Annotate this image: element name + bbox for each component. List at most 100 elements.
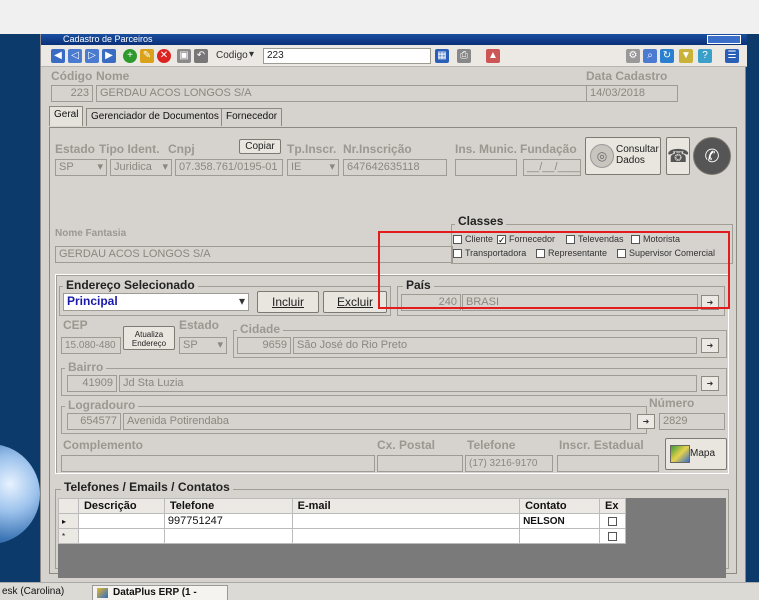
cidade-lookup-button[interactable]: ➜ <box>701 338 719 353</box>
tools-icon[interactable]: ⚙ <box>626 49 640 63</box>
cell-telefone[interactable] <box>163 528 293 544</box>
col-email[interactable]: E-mail <box>291 498 521 514</box>
tab-strip: Geral Gerenciador de Documentos Forneced… <box>49 106 729 128</box>
taskbar: esk (Carolina) DataPlus ERP (1 - ACR... <box>0 582 759 600</box>
tipo-ident-select[interactable]: Juridica ▾ <box>110 159 172 176</box>
globe-icon: ◎ <box>590 144 614 168</box>
bairro-name-field[interactable]: Jd Sta Luzia <box>119 375 697 392</box>
numero-label: Número <box>649 396 695 410</box>
cell-email[interactable] <box>291 528 521 544</box>
window-title: Cadastro de Parceiros <box>63 34 153 44</box>
chevron-down-icon: ▾ <box>162 161 168 173</box>
complemento-field[interactable] <box>61 455 375 472</box>
next-record-icon[interactable]: ▷ <box>85 49 99 63</box>
codigo-label: Código <box>51 69 93 83</box>
estado-select[interactable]: SP ▾ <box>55 159 107 176</box>
cell-telefone[interactable]: 997751247 <box>163 513 293 529</box>
atualiza-endereco-button[interactable]: Atualiza Endereço <box>123 326 175 350</box>
cell-ex[interactable] <box>598 513 627 529</box>
help-icon[interactable]: ? <box>698 49 712 63</box>
checkbox-ex[interactable] <box>607 516 617 526</box>
classes-title: Classes <box>455 214 507 228</box>
logradouro-lookup-button[interactable]: ➜ <box>637 414 655 429</box>
nome-label: Nome <box>96 69 130 83</box>
tp-inscr-label: Tp.Inscr. <box>287 142 337 156</box>
mapa-button[interactable]: Mapa <box>665 438 727 470</box>
estado-endereco-select[interactable]: SP ▾ <box>179 337 227 354</box>
edit-icon[interactable]: ✎ <box>140 49 154 63</box>
ins-munic-field[interactable] <box>455 159 517 176</box>
cell-contato[interactable] <box>519 528 600 544</box>
bairro-lookup-button[interactable]: ➜ <box>701 376 719 391</box>
print-icon[interactable]: ⎙ <box>457 49 471 63</box>
estado-value: SP <box>59 161 74 173</box>
chart-icon[interactable]: ▲ <box>486 49 500 63</box>
logradouro-name-field[interactable]: Avenida Potirendaba <box>123 413 631 430</box>
cell-email[interactable] <box>291 513 521 529</box>
window-control-buttons[interactable] <box>707 35 741 44</box>
phone-icon: ✆ <box>704 146 720 166</box>
cnpj-field[interactable]: 07.358.761/0195-01 <box>175 159 283 176</box>
col-descricao[interactable]: Descrição <box>77 498 165 514</box>
col-contato[interactable]: Contato <box>519 498 600 514</box>
tipo-ident-value: Juridica <box>114 161 152 173</box>
nome-field[interactable]: GERDAU ACOS LONGOS S/A <box>96 85 609 102</box>
menu-icon[interactable]: ☰ <box>725 49 739 63</box>
tab-fornecedor[interactable]: Fornecedor <box>221 108 283 126</box>
save-icon[interactable]: ▣ <box>177 49 191 63</box>
consultar-dados-button[interactable]: ◎ Consultar Dados <box>585 137 661 175</box>
cx-postal-field[interactable] <box>377 455 463 472</box>
taskbar-item-left[interactable]: esk (Carolina) <box>2 585 64 600</box>
tab-gerenciador-documentos[interactable]: Gerenciador de Documentos <box>86 108 224 126</box>
nr-inscricao-label: Nr.Inscrição <box>343 142 412 156</box>
cidade-name-field[interactable]: São José do Rio Preto <box>293 337 697 354</box>
window-titlebar: Cadastro de Parceiros <box>41 34 747 45</box>
cep-field[interactable]: 15.080-480 <box>61 337 121 354</box>
nr-inscricao-field[interactable]: 647642635118 <box>343 159 447 176</box>
col-telefone[interactable]: Telefone <box>163 498 293 514</box>
cidade-code-field[interactable]: 9659 <box>237 337 291 354</box>
cell-contato[interactable]: NELSON <box>519 513 600 529</box>
incluir-button[interactable]: Incluir <box>257 291 319 313</box>
grid-view-icon[interactable]: ▦ <box>435 49 449 63</box>
codigo-field[interactable]: 223 <box>51 85 93 102</box>
chevron-down-icon[interactable]: ▾ <box>249 49 254 60</box>
table-row[interactable]: ▸ 997751247 NELSON <box>58 513 627 529</box>
logradouro-code-field[interactable]: 654577 <box>67 413 121 430</box>
tp-inscr-select[interactable]: IE ▾ <box>287 159 339 176</box>
numero-field[interactable]: 2829 <box>659 413 725 430</box>
chevron-down-icon: ▾ <box>217 339 223 351</box>
taskbar-item-dataplus[interactable]: DataPlus ERP (1 - ACR... <box>92 585 228 600</box>
toolbar-codigo-input[interactable]: 223 <box>263 48 431 64</box>
endereco-select[interactable]: Principal ▾ <box>63 293 249 311</box>
undo-icon[interactable]: ↶ <box>194 49 208 63</box>
previous-record-icon[interactable]: ◁ <box>68 49 82 63</box>
inscr-estadual-field[interactable] <box>557 455 659 472</box>
table-row[interactable]: * <box>58 528 627 544</box>
bairro-code-field[interactable]: 41909 <box>67 375 117 392</box>
col-ex[interactable]: Ex <box>598 498 627 514</box>
search-icon[interactable]: ⌕ <box>643 49 657 63</box>
last-record-icon[interactable]: ▶ <box>102 49 116 63</box>
add-icon[interactable]: + <box>123 49 137 63</box>
phone-directory-button[interactable]: ☎ <box>666 137 690 175</box>
refresh-icon[interactable]: ↻ <box>660 49 674 63</box>
cnpj-label: Cnpj <box>168 142 195 156</box>
first-record-icon[interactable]: ◀ <box>51 49 65 63</box>
phone-call-button[interactable]: ✆ <box>693 137 731 175</box>
cell-ex[interactable] <box>598 528 627 544</box>
data-cadastro-field[interactable]: 14/03/2018 <box>586 85 678 102</box>
cep-label: CEP <box>63 318 88 332</box>
checkbox-ex[interactable] <box>607 531 617 541</box>
delete-icon[interactable]: ✕ <box>157 49 171 63</box>
data-cadastro-label: Data Cadastro <box>586 69 668 83</box>
row-pointer-icon: ▸ <box>58 513 79 529</box>
cell-descricao[interactable] <box>77 528 165 544</box>
filter-icon[interactable]: ▼ <box>679 49 693 63</box>
fundacao-field[interactable]: __/__/____ <box>523 159 581 176</box>
tab-geral[interactable]: Geral <box>49 106 84 126</box>
bairro-label: Bairro <box>65 360 107 374</box>
telefone-field[interactable]: (17) 3216-9170 <box>465 455 553 472</box>
cell-descricao[interactable] <box>77 513 165 529</box>
copiar-button[interactable]: Copiar <box>239 139 281 154</box>
